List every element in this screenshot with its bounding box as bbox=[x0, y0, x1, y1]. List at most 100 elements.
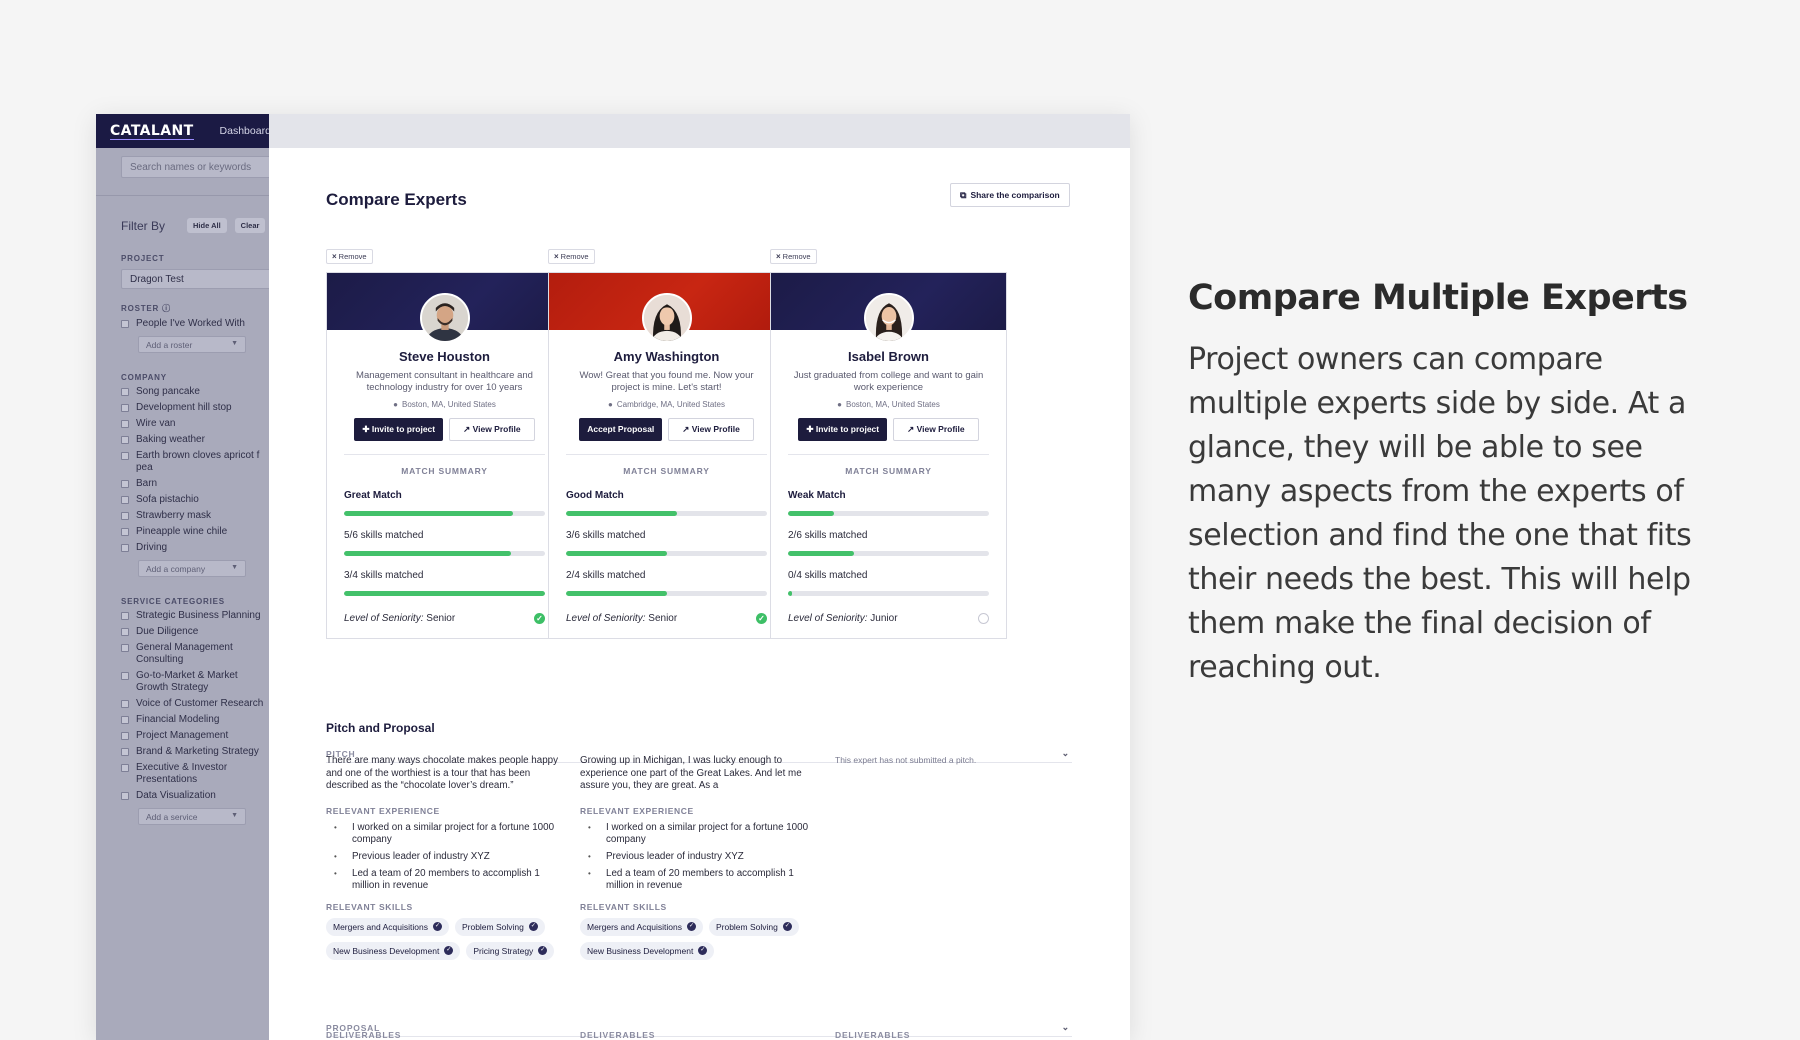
filter-checkbox-item[interactable]: Executive & Investor Presentations bbox=[121, 762, 269, 786]
remove-expert-button[interactable]: × Remove bbox=[548, 249, 595, 264]
filter-checkbox-item[interactable]: Brand & Marketing Strategy bbox=[121, 746, 269, 758]
checkbox[interactable] bbox=[121, 452, 129, 460]
checkbox[interactable] bbox=[121, 764, 129, 772]
skill-chip[interactable]: Problem Solving ✓ bbox=[454, 917, 545, 936]
progress-fill bbox=[566, 511, 677, 516]
checkbox[interactable] bbox=[121, 628, 129, 636]
skill-chip[interactable]: New Business Development ✓ bbox=[326, 941, 461, 960]
progress-bar bbox=[566, 551, 767, 556]
progress-bar bbox=[566, 511, 767, 516]
avatar[interactable] bbox=[641, 293, 692, 343]
top-nav: CATALANT Dashboard bbox=[96, 114, 269, 148]
expert-card: Steve Houston Management consultant in he… bbox=[326, 272, 563, 639]
add-service-select[interactable]: Add a service ▼ bbox=[138, 808, 246, 825]
add-service-label: Add a service bbox=[146, 812, 198, 822]
skill-chip[interactable]: New Business Development ✓ bbox=[580, 941, 715, 960]
checkbox[interactable] bbox=[121, 388, 129, 396]
expert-name[interactable]: Isabel Brown bbox=[788, 349, 989, 364]
filter-checkbox-item[interactable]: Voice of Customer Research bbox=[121, 698, 269, 710]
filter-checkbox-item[interactable]: Go-to-Market & Market Growth Strategy bbox=[121, 670, 269, 694]
expert-name[interactable]: Steve Houston bbox=[344, 349, 545, 364]
filter-checkbox-item[interactable]: Development hill stop bbox=[121, 402, 269, 414]
info-icon[interactable]: ⓘ bbox=[162, 304, 171, 313]
checkbox[interactable] bbox=[121, 672, 129, 680]
filter-checkbox-item[interactable]: Due Diligence bbox=[121, 626, 269, 638]
checkbox-label: General Management Consulting bbox=[136, 642, 233, 665]
checkbox[interactable] bbox=[121, 528, 129, 536]
chevron-down-icon[interactable]: ⌄ bbox=[1062, 1022, 1070, 1033]
hide-all-button[interactable]: Hide All bbox=[187, 218, 227, 233]
service-section-label: SERVICE CATEGORIES bbox=[121, 597, 225, 606]
nav-dashboard-link[interactable]: Dashboard bbox=[220, 125, 269, 137]
add-user-icon: ✚ bbox=[806, 424, 816, 434]
filter-checkbox-item[interactable]: Project Management bbox=[121, 730, 269, 742]
progress-bar bbox=[344, 551, 545, 556]
filter-checkbox-item[interactable]: Sofa pistachio bbox=[121, 494, 269, 506]
checkbox-label: Financial Modeling bbox=[136, 714, 220, 725]
add-company-select[interactable]: Add a company ▼ bbox=[138, 560, 246, 577]
accept-proposal-button[interactable]: Accept Proposal bbox=[579, 418, 663, 441]
filter-checkbox-item[interactable]: Data Visualization bbox=[121, 790, 269, 802]
filter-checkbox-item[interactable]: General Management Consulting bbox=[121, 642, 269, 666]
filter-checkbox-item[interactable]: Pineapple wine chile bbox=[121, 526, 269, 538]
invite-to-project-button[interactable]: ✚ Invite to project bbox=[798, 418, 888, 441]
skill-label: Mergers and Acquisitions bbox=[587, 921, 682, 932]
checkbox[interactable] bbox=[121, 496, 129, 504]
expert-name[interactable]: Amy Washington bbox=[566, 349, 767, 364]
filter-checkbox-item[interactable]: Strategic Business Planning bbox=[121, 610, 269, 622]
filter-checkbox-item[interactable]: People I've Worked With bbox=[121, 318, 269, 330]
profile-banner bbox=[771, 273, 1006, 343]
checkbox[interactable] bbox=[121, 404, 129, 412]
search-input[interactable]: Search names or keywords bbox=[121, 156, 269, 178]
location-pin-icon: ● bbox=[393, 400, 398, 409]
avatar[interactable] bbox=[419, 293, 470, 343]
avatar[interactable] bbox=[863, 293, 914, 343]
checkbox[interactable] bbox=[121, 420, 129, 428]
checkbox[interactable] bbox=[121, 732, 129, 740]
filter-checkbox-item[interactable]: Barn bbox=[121, 478, 269, 490]
roster-section-label: ROSTER ⓘ bbox=[121, 303, 269, 314]
expert-column: × Remove Steve Houston Management consultan… bbox=[326, 246, 563, 639]
filter-checkbox-item[interactable]: Wire van bbox=[121, 418, 269, 430]
checkbox[interactable] bbox=[121, 792, 129, 800]
clear-button[interactable]: Clear bbox=[234, 218, 266, 233]
divider bbox=[566, 454, 767, 455]
checkbox[interactable] bbox=[121, 512, 129, 520]
checkbox[interactable] bbox=[121, 320, 129, 328]
checkbox[interactable] bbox=[121, 612, 129, 620]
view-profile-button[interactable]: ↗ View Profile bbox=[449, 418, 535, 441]
checkbox-label: Baking weather bbox=[136, 434, 205, 445]
checkbox[interactable] bbox=[121, 544, 129, 552]
checkbox[interactable] bbox=[121, 644, 129, 652]
add-roster-select[interactable]: Add a roster ▼ bbox=[138, 336, 246, 353]
remove-expert-button[interactable]: × Remove bbox=[326, 249, 373, 264]
filter-checkbox-item[interactable]: Baking weather bbox=[121, 434, 269, 446]
filter-checkbox-item[interactable]: Earth brown cloves apricot f pea bbox=[121, 450, 269, 474]
checkbox[interactable] bbox=[121, 748, 129, 756]
skill-chip[interactable]: Problem Solving ✓ bbox=[708, 917, 799, 936]
promo-block: Compare Multiple Experts Project owners … bbox=[1188, 278, 1728, 690]
filter-checkbox-item[interactable]: Driving bbox=[121, 542, 269, 554]
checkbox[interactable] bbox=[121, 436, 129, 444]
view-profile-button[interactable]: ↗ View Profile bbox=[668, 418, 754, 441]
promo-title: Compare Multiple Experts bbox=[1188, 278, 1688, 318]
invite-to-project-button[interactable]: ✚ Invite to project bbox=[354, 418, 444, 441]
relevant-skills-label: RELEVANT SKILLS bbox=[580, 901, 667, 912]
caret-down-icon: ▼ bbox=[231, 564, 238, 571]
view-profile-button[interactable]: ↗ View Profile bbox=[893, 418, 979, 441]
checkbox[interactable] bbox=[121, 700, 129, 708]
share-comparison-button[interactable]: ⧉ Share the comparison bbox=[950, 183, 1070, 207]
checkbox[interactable] bbox=[121, 480, 129, 488]
proposal-section-header[interactable]: PROPOSAL ⌄ bbox=[326, 1022, 1072, 1037]
checkbox[interactable] bbox=[121, 716, 129, 724]
filter-checkbox-item[interactable]: Song pancake bbox=[121, 386, 269, 398]
expert-bio: Just graduated from college and want to … bbox=[793, 370, 984, 393]
remove-expert-button[interactable]: × Remove bbox=[770, 249, 817, 264]
catalant-logo[interactable]: CATALANT bbox=[110, 123, 194, 140]
skill-chip[interactable]: Mergers and Acquisitions ✓ bbox=[326, 917, 449, 936]
filter-checkbox-item[interactable]: Strawberry mask bbox=[121, 510, 269, 522]
filter-checkbox-item[interactable]: Financial Modeling bbox=[121, 714, 269, 726]
project-select[interactable]: Dragon Test bbox=[121, 269, 269, 289]
skill-chip[interactable]: Mergers and Acquisitions ✓ bbox=[580, 917, 703, 936]
skill-chip[interactable]: Pricing Strategy ✓ bbox=[466, 941, 555, 960]
